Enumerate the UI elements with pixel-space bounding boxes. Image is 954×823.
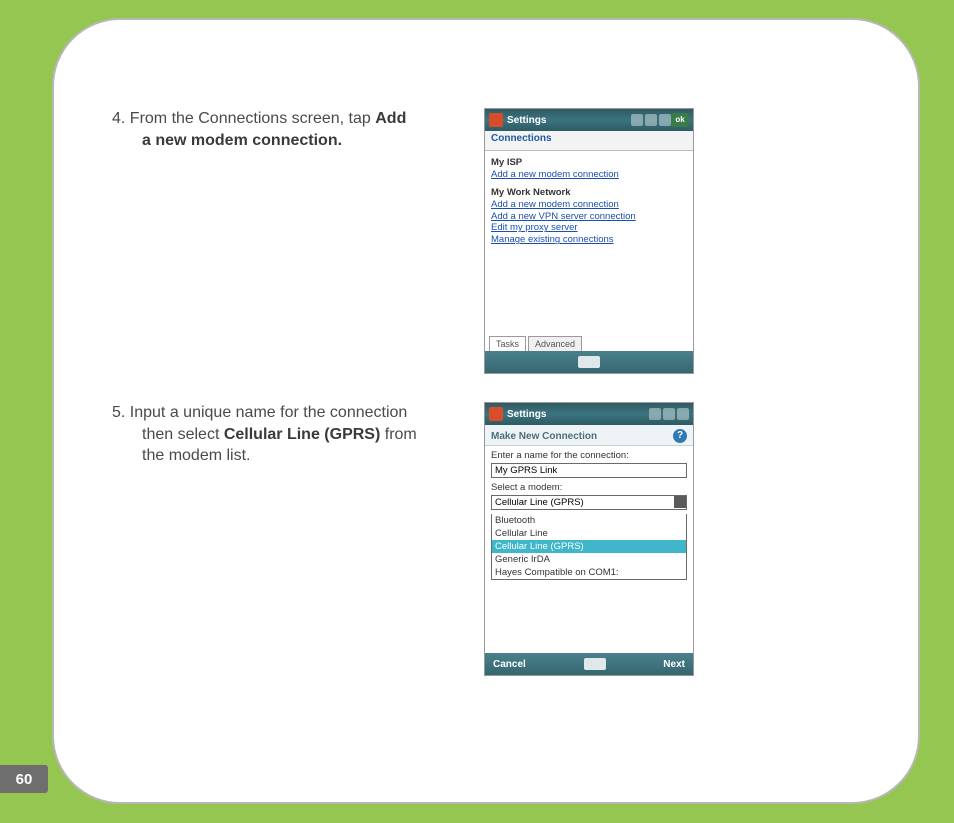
start-icon[interactable] xyxy=(489,113,503,127)
modem-option-bluetooth[interactable]: Bluetooth xyxy=(492,514,686,527)
tab-tasks[interactable]: Tasks xyxy=(489,336,526,351)
modem-option-cellular-line-gprs[interactable]: Cellular Line (GPRS) xyxy=(492,540,686,553)
ok-button[interactable]: ok xyxy=(671,113,689,127)
connections-body: My ISP Add a new modem connection My Wor… xyxy=(485,151,693,250)
link-work-edit-proxy[interactable]: Edit my proxy server xyxy=(491,222,687,234)
step-5-line2b: from xyxy=(380,426,416,443)
form-body: Enter a name for the connection: Select … xyxy=(485,446,693,584)
make-new-connection-header: Make New Connection ? xyxy=(485,425,693,446)
titlebar-status-icons xyxy=(631,114,671,126)
connection-name-input[interactable] xyxy=(491,463,687,478)
link-work-add-modem[interactable]: Add a new modem connection xyxy=(491,199,687,211)
group-my-work-title: My Work Network xyxy=(491,187,687,199)
modem-option-cellular-line[interactable]: Cellular Line xyxy=(492,527,686,540)
screenshot-connections: Settings ok Connections My ISP Add a new… xyxy=(484,108,694,374)
step-5-text: 5. Input a unique name for the connectio… xyxy=(112,402,472,467)
step-5-line1: Input a unique name for the connection xyxy=(125,404,407,421)
link-work-manage[interactable]: Manage existing connections xyxy=(491,234,687,246)
step-4-bold1: Add xyxy=(375,110,406,127)
connectivity-icon[interactable] xyxy=(649,408,661,420)
step-5-bold1: Cellular Line (GPRS) xyxy=(224,426,380,443)
softkey-next[interactable]: Next xyxy=(663,659,685,670)
titlebar-1: Settings ok xyxy=(485,109,693,131)
connections-header: Connections xyxy=(485,131,693,151)
volume-icon[interactable] xyxy=(659,114,671,126)
tab-advanced[interactable]: Advanced xyxy=(528,336,582,351)
content-area: 4. From the Connections screen, tap Add … xyxy=(112,108,882,704)
titlebar-status-icons-2 xyxy=(649,408,689,420)
help-icon[interactable]: ? xyxy=(673,429,687,443)
step-5-line2: then select Cellular Line (GPRS) from xyxy=(112,424,472,446)
softkey-cancel[interactable]: Cancel xyxy=(493,659,526,670)
command-bar-2: Cancel Next xyxy=(485,653,693,675)
signal-icon xyxy=(645,114,657,126)
subheader-text: Make New Connection xyxy=(491,431,597,442)
step-5: 5. Input a unique name for the connectio… xyxy=(112,402,882,676)
modem-combo[interactable] xyxy=(491,493,687,514)
modem-listbox[interactable]: Bluetooth Cellular Line Cellular Line (G… xyxy=(491,514,687,580)
step-4-line1: From the Connections screen, tap xyxy=(125,110,375,127)
step-5-number: 5. xyxy=(112,404,125,421)
link-isp-add-modem[interactable]: Add a new modem connection xyxy=(491,169,687,181)
modem-combo-value[interactable] xyxy=(491,495,687,510)
modem-option-generic-irda[interactable]: Generic IrDA xyxy=(492,553,686,566)
keyboard-icon[interactable] xyxy=(578,356,600,368)
step-4: 4. From the Connections screen, tap Add … xyxy=(112,108,882,374)
step-5-line2a: then select xyxy=(142,426,224,443)
page-card: 4. From the Connections screen, tap Add … xyxy=(52,18,920,804)
signal-icon xyxy=(663,408,675,420)
command-bar-1 xyxy=(485,351,693,373)
keyboard-icon[interactable] xyxy=(584,658,606,670)
page-number: 60 xyxy=(0,765,48,793)
step-4-line2: a new modem connection. xyxy=(112,130,472,152)
volume-icon[interactable] xyxy=(677,408,689,420)
modem-option-hayes-com1[interactable]: Hayes Compatible on COM1: xyxy=(492,566,686,579)
label-select-modem: Select a modem: xyxy=(491,482,687,493)
title-1: Settings xyxy=(507,115,631,126)
start-icon[interactable] xyxy=(489,407,503,421)
group-my-isp-title: My ISP xyxy=(491,157,687,169)
connectivity-icon[interactable] xyxy=(631,114,643,126)
titlebar-2: Settings xyxy=(485,403,693,425)
step-4-number: 4. xyxy=(112,110,125,127)
step-4-text: 4. From the Connections screen, tap Add … xyxy=(112,108,472,151)
label-connection-name: Enter a name for the connection: xyxy=(491,450,687,461)
chevron-down-icon[interactable] xyxy=(674,496,686,508)
step-5-line3: the modem list. xyxy=(112,445,472,467)
screenshot-make-new-connection: Settings Make New Connection ? Enter a n… xyxy=(484,402,694,676)
link-work-add-vpn[interactable]: Add a new VPN server connection xyxy=(491,211,687,223)
title-2: Settings xyxy=(507,409,649,420)
tabs-row-1: Tasks Advanced xyxy=(489,333,584,351)
